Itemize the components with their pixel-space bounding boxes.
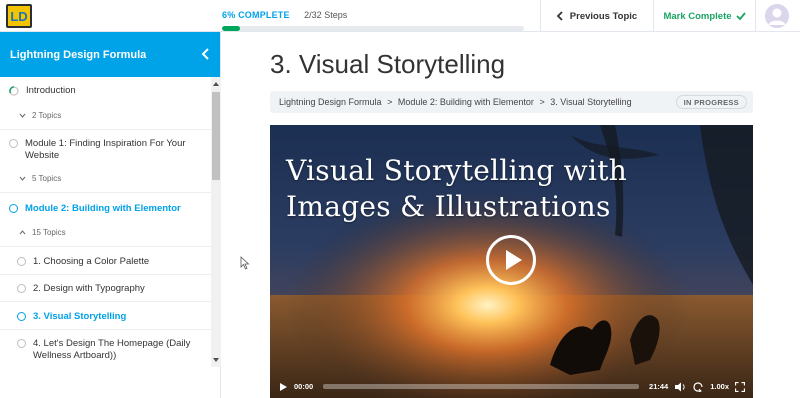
sidebar-header: Lightning Design Formula [0,32,220,77]
progress-ring-icon [9,86,19,96]
volume-icon[interactable] [674,382,686,392]
checkmark-icon [735,12,746,21]
breadcrumb-separator: > [539,97,545,107]
divider [0,301,211,302]
user-avatar-icon [765,4,789,28]
breadcrumb: Lightning Design Formula > Module 2: Bui… [279,97,632,107]
lesson-item-module-1[interactable]: Module 1: Finding Inspiration For Your W… [0,138,200,162]
topic-item-design-homepage[interactable]: 4. Let's Design The Homepage (Daily Well… [0,338,200,362]
page-title: 3. Visual Storytelling [270,49,506,79]
captions-icon[interactable] [692,381,704,392]
incomplete-circle-icon [17,257,26,266]
breadcrumb-separator: > [387,97,393,107]
mark-complete-label: Mark Complete [663,10,732,22]
breadcrumb-current: 3. Visual Storytelling [550,97,632,107]
scroll-up-arrow-icon[interactable] [213,81,219,87]
scroll-down-arrow-icon[interactable] [213,357,219,363]
top-bar: LD 6% COMPLETE 2/32 Steps Previous Topic… [0,0,800,32]
chevron-down-icon [19,113,26,118]
incomplete-circle-icon [17,284,26,293]
avatar[interactable] [765,4,789,28]
chevron-down-icon [19,176,26,181]
incomplete-circle-icon [17,312,26,321]
lesson-label: Introduction [26,85,76,96]
lesson-label: Module 1: Finding Inspiration For Your W… [25,138,186,161]
expand-topics-toggle[interactable]: 2 Topics [19,111,61,120]
divider [0,246,211,247]
lesson-list[interactable]: Introduction 2 Topics Module 1: Finding … [0,77,211,398]
topic-label: 2. Design with Typography [33,283,145,294]
fullscreen-icon[interactable] [735,381,745,392]
video-title-line: Images & Illustrations [286,190,611,223]
play-button[interactable] [486,235,536,285]
video-title-line: Visual Storytelling with [286,154,628,187]
seek-bar[interactable] [323,384,640,389]
progress-steps: 2/32 Steps [304,10,348,20]
sidebar-scrollbar[interactable] [211,77,221,367]
topic-label: 4. Let's Design The Homepage (Daily Well… [33,338,191,361]
video-player[interactable]: Visual Storytelling with Images & Illust… [270,125,753,398]
progress-percent: 6% COMPLETE [222,10,290,20]
play-icon [506,250,522,270]
incomplete-circle-icon [9,139,18,148]
video-controls: 00:00 21:44 1.00x [270,375,753,398]
mouse-cursor-icon [240,256,250,270]
incomplete-circle-icon [9,204,18,213]
progress-fill [222,26,241,31]
breadcrumb-module-link[interactable]: Module 2: Building with Elementor [398,97,534,107]
topic-item-typography[interactable]: 2. Design with Typography [0,283,211,295]
learndash-logo[interactable]: LD [6,4,32,28]
status-badge: IN PROGRESS [675,95,747,109]
course-progress: 6% COMPLETE 2/32 Steps [222,5,524,31]
play-icon[interactable] [278,382,288,392]
expand-topics-toggle[interactable]: 5 Topics [19,174,61,183]
topics-count: 5 Topics [32,174,62,183]
divider [0,329,211,330]
divider [755,0,756,32]
lesson-item-introduction[interactable]: Introduction [0,85,211,97]
divider [0,274,211,275]
course-sidebar: Lightning Design Formula Introduction 2 … [0,32,221,398]
topic-item-visual-storytelling[interactable]: 3. Visual Storytelling [0,311,211,323]
topic-item-color-palette[interactable]: 1. Choosing a Color Palette [0,256,211,268]
video-title-overlay: Visual Storytelling with Images & Illust… [286,153,746,225]
topic-label: 3. Visual Storytelling [33,311,127,322]
incomplete-circle-icon [17,339,26,348]
previous-topic-label: Previous Topic [569,10,638,22]
lesson-item-module-2[interactable]: Module 2: Building with Elementor [0,203,211,215]
divider [0,129,211,130]
playback-speed[interactable]: 1.00x [710,382,729,391]
duration: 21:44 [649,382,669,391]
scrollbar-thumb[interactable] [212,92,220,180]
topics-count: 15 Topics [32,228,66,237]
topic-label: 1. Choosing a Color Palette [33,256,150,267]
breadcrumb-course-link[interactable]: Lightning Design Formula [279,97,382,107]
previous-topic-button[interactable]: Previous Topic [540,0,653,32]
logo-letters: LD [10,9,27,24]
lesson-label: Module 2: Building with Elementor [25,203,181,214]
collapse-sidebar-button[interactable] [198,46,214,62]
chevron-left-icon [201,48,209,60]
chevron-left-icon [556,11,563,21]
collapse-topics-toggle[interactable]: 15 Topics [19,228,66,237]
divider [0,192,211,193]
current-time: 00:00 [294,382,314,391]
course-title[interactable]: Lightning Design Formula [10,49,146,61]
breadcrumb-bar: Lightning Design Formula > Module 2: Bui… [270,91,753,113]
progress-track [222,26,524,31]
chevron-up-icon [19,230,26,235]
mark-complete-button[interactable]: Mark Complete [654,0,755,32]
topics-count: 2 Topics [32,111,62,120]
